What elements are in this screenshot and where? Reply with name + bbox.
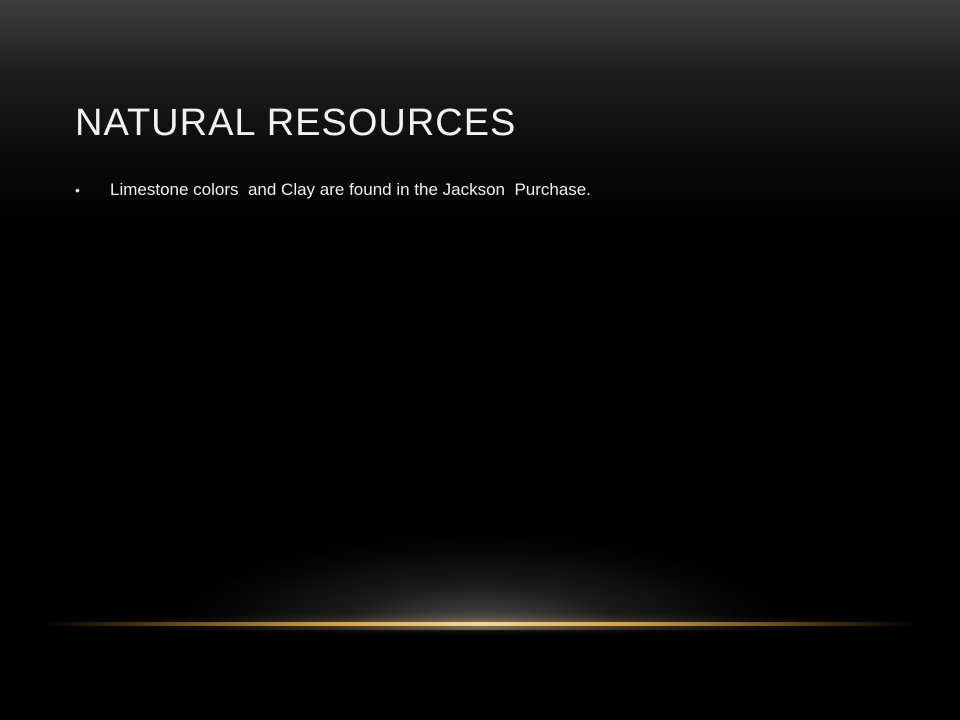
bullet-icon: • xyxy=(75,182,80,198)
bullet-list: • Limestone colors and Clay are found in… xyxy=(75,177,895,203)
slide: NATURAL RESOURCES • Limestone colors and… xyxy=(0,0,960,720)
slide-title: NATURAL RESOURCES xyxy=(75,102,517,144)
bullet-item: • Limestone colors and Clay are found in… xyxy=(75,177,895,203)
gold-accent-line xyxy=(40,622,920,626)
bullet-text: Limestone colors and Clay are found in t… xyxy=(110,180,591,199)
